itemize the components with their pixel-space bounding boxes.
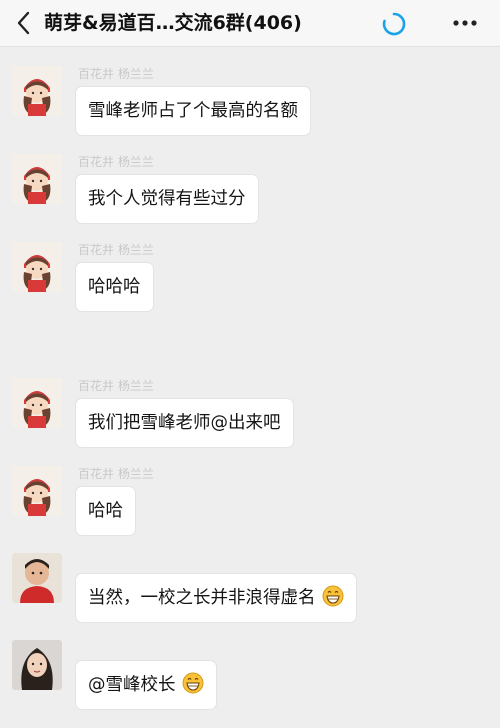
grinning-face-icon <box>182 672 204 694</box>
girl-red-hat-avatar-icon <box>12 154 62 204</box>
avatar[interactable] <box>12 640 62 690</box>
avatar[interactable] <box>12 242 62 292</box>
woman-avatar-icon <box>12 640 62 690</box>
sender-name: 百花井 杨兰兰 <box>78 155 154 169</box>
more-dots-icon <box>453 20 477 26</box>
message-bubble[interactable]: 哈哈 <box>76 487 135 535</box>
sender-name: 百花井 杨兰兰 <box>78 379 154 393</box>
more-button[interactable] <box>448 10 482 36</box>
boy-avatar-icon <box>12 553 62 603</box>
message-text: @雪峰校长 <box>88 675 176 695</box>
sender-name: 百花井 杨兰兰 <box>78 467 154 481</box>
girl-red-hat-avatar-icon <box>12 66 62 116</box>
loading-spinner-icon <box>382 12 406 36</box>
message-bubble[interactable]: 我们把雪峰老师@出来吧 <box>76 399 293 447</box>
message-bubble[interactable]: 哈哈哈 <box>76 263 153 311</box>
sender-name: 百花井 杨兰兰 <box>78 243 154 257</box>
message-bubble[interactable]: @雪峰校长 <box>76 661 217 709</box>
message-bubble[interactable]: 雪峰老师占了个最高的名额 <box>76 87 310 135</box>
back-button[interactable] <box>10 8 40 38</box>
message-bubble[interactable]: 我个人觉得有些过分 <box>76 175 258 223</box>
loading-spinner <box>380 10 408 38</box>
chat-title: 萌芽&易道百…交流6群(406) <box>44 12 302 34</box>
avatar[interactable] <box>12 154 62 204</box>
chat-header: 萌芽&易道百…交流6群(406) <box>0 0 500 47</box>
chevron-left-icon <box>17 11 30 35</box>
girl-red-hat-avatar-icon <box>12 378 62 428</box>
avatar[interactable] <box>12 466 62 516</box>
grinning-face-icon <box>322 585 344 607</box>
message-text: 当然，一校之长并非浪得虚名 <box>88 588 316 608</box>
avatar[interactable] <box>12 66 62 116</box>
girl-red-hat-avatar-icon <box>12 466 62 516</box>
girl-red-hat-avatar-icon <box>12 242 62 292</box>
avatar[interactable] <box>12 553 62 603</box>
avatar[interactable] <box>12 378 62 428</box>
message-bubble[interactable]: 当然，一校之长并非浪得虚名 <box>76 574 357 622</box>
sender-name: 百花井 杨兰兰 <box>78 67 154 81</box>
